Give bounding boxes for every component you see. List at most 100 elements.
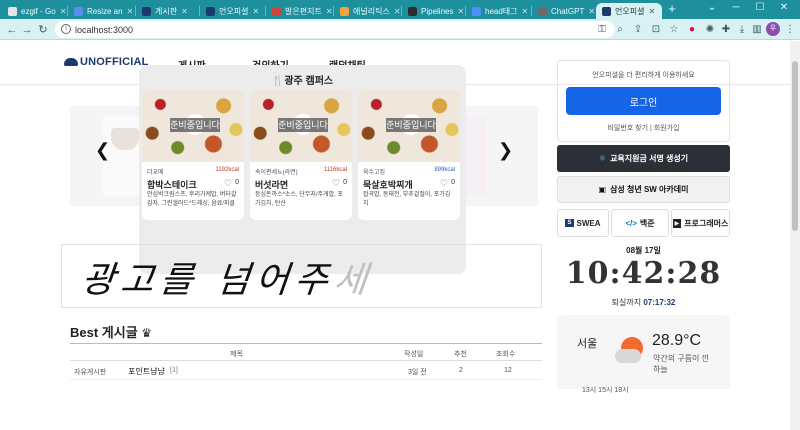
programmers-icon: ▶ (672, 218, 682, 228)
browser-toolbar: ← → ↻ i ⚿ ⌕ ⇪ ⊡ ☆ ● ✺ ✚ ⤓ ▥ 우 ⋮ (0, 19, 800, 40)
meal-kcal: 1116kcal (323, 167, 347, 173)
back-icon[interactable]: ← (5, 23, 19, 37)
zoom-icon[interactable]: ⌕ (614, 24, 626, 36)
minimize-icon[interactable]: ─ (728, 2, 744, 13)
browser-tab[interactable]: Resize an ✕ (68, 3, 134, 19)
key-icon[interactable]: ⚿ (596, 24, 608, 36)
forward-icon[interactable]: → (20, 23, 34, 37)
tab-label: Pipelines (421, 6, 454, 16)
favicon-icon (602, 6, 611, 16)
col-views: 조회수 (496, 351, 516, 358)
scrollbar-thumb[interactable] (792, 61, 798, 231)
ssafy-logo-icon: ▣ (598, 185, 607, 194)
meal-description: 등심돈까스*소스, 단무지/주개밥, 포기김치, 탄산 (255, 192, 343, 207)
weather-widget: 서울 28.9°C 약간의 구름이 낀 하늘 13시 15시 18시 (557, 315, 730, 394)
close-tab-icon[interactable]: ✕ (457, 7, 464, 16)
site-info-icon[interactable]: i (61, 24, 71, 34)
close-tab-icon[interactable]: ✕ (394, 7, 400, 16)
favicon-icon (408, 6, 417, 16)
tab-label: Resize an (87, 6, 123, 16)
baekjoon-button[interactable]: </> 백준 (611, 209, 669, 237)
swea-icon: S (565, 219, 574, 227)
meal-card[interactable]: 준비중입니다 더교메 1192kcal 함박스테이크 ♡ 0 안심박크림스프, … (142, 90, 244, 220)
close-tab-icon[interactable]: ✕ (326, 7, 332, 16)
close-tab-icon[interactable]: ✕ (181, 7, 188, 16)
meal-card[interactable]: 준비중입니다 육수고집 899kcal 묵살호박찌개 ♡ 0 잡곡밥, 동태전,… (358, 90, 460, 220)
browser-tab[interactable]: 언오피셜 ✕ (200, 3, 264, 19)
browser-tab[interactable]: ezgif - Go ✕ (2, 3, 66, 19)
tab-label: 게시판 (155, 6, 178, 16)
close-tab-icon[interactable]: ✕ (252, 7, 259, 16)
address-bar[interactable]: i (55, 21, 615, 38)
close-tab-icon[interactable]: ✕ (60, 7, 66, 16)
tab-search-icon[interactable]: ⌄ (704, 2, 720, 13)
download-icon[interactable]: ⤓ (736, 24, 748, 36)
close-tab-icon[interactable]: ✕ (522, 7, 529, 16)
browser-tab-active[interactable]: 언오피셜 ✕ (596, 3, 662, 19)
share-icon[interactable]: ⇪ (632, 24, 644, 36)
carousel-prev-arrow-icon[interactable]: ❮ (95, 140, 110, 161)
best-posts-title: Best 게시글 ♛ (70, 325, 153, 340)
heart-icon[interactable]: ♡ (332, 178, 340, 189)
carousel-next-arrow-icon[interactable]: ❯ (498, 140, 513, 161)
account-links[interactable]: 비밀번호 찾기 | 회원가입 (558, 123, 729, 133)
close-tab-icon[interactable]: ✕ (588, 7, 594, 16)
sidepanel-icon[interactable]: ▥ (751, 24, 763, 36)
close-window-icon[interactable]: ✕ (776, 2, 792, 13)
browser-tab[interactable]: 발은편지트 ✕ (266, 3, 332, 19)
new-tab-button[interactable]: + (665, 2, 679, 16)
programmers-button[interactable]: ▶ 프로그래머스 (671, 209, 730, 237)
extensions-puzzle-icon[interactable]: ✚ (720, 24, 732, 36)
col-date: 작성일 (404, 351, 424, 358)
like-count: 0 (235, 179, 239, 186)
handwriting-text: 광고를 넘어주 (79, 260, 336, 301)
install-icon[interactable]: ⊡ (650, 24, 662, 36)
weather-temp: 28.9°C (652, 332, 702, 349)
today-date: 08월 17일 (626, 246, 661, 255)
chatgpt-extension-icon[interactable]: ✺ (704, 24, 716, 36)
row-comment-count: [1] (170, 367, 178, 374)
best-table-header: 제목 작성일 추천 조회수 (70, 343, 542, 361)
meal-kcal: 899kcal (434, 167, 455, 173)
browser-tab[interactable]: 게시판 ✕ (136, 3, 198, 19)
atom-icon: ⚛ (598, 154, 607, 163)
menu-kebab-icon[interactable]: ⋮ (784, 24, 796, 36)
bookmark-star-icon[interactable]: ☆ (668, 24, 680, 36)
swea-button[interactable]: S SWEA (557, 209, 609, 237)
row-board: 자유게시판 (74, 369, 107, 376)
digital-clock: 10:42:28 (565, 256, 722, 291)
heart-icon[interactable]: ♡ (440, 178, 448, 189)
logo-text: UNOFFICIAL (80, 56, 149, 68)
like-count: 0 (343, 179, 347, 186)
page-scrollbar[interactable] (790, 41, 800, 430)
row-date: 3일 전 (408, 369, 427, 376)
row-likes: 2 (459, 367, 463, 374)
browser-tab[interactable]: ChatGPT ✕ (532, 3, 594, 19)
meal-kcal: 1192kcal (215, 167, 239, 173)
login-panel: 언오피셜을 더 편리하게 이용하세요 로그인 비밀번호 찾기 | 회원가입 (557, 60, 730, 142)
browser-tab[interactable]: 애널리틱스 ✕ (334, 3, 400, 19)
login-button[interactable]: 로그인 (566, 87, 721, 115)
row-title[interactable]: 포인트냠냠 (128, 366, 165, 377)
url-input[interactable] (75, 23, 275, 36)
meal-category: 육수고집 (363, 170, 386, 176)
table-row[interactable]: 자유게시판 포인트냠냠 [1] 3일 전 2 12 (70, 362, 542, 380)
site-logo[interactable]: UNOFFICIAL (64, 56, 149, 68)
browser-tab[interactable]: head태그 ✕ (466, 3, 530, 19)
meal-card[interactable]: 준비중입니다 속이편세뇨(라면) 1116kcal 버섯라면 ♡ 0 등심돈까스… (250, 90, 352, 220)
maximize-icon[interactable]: ☐ (752, 2, 768, 13)
ssafy-button[interactable]: ▣ 삼성 청년 SW 아카데미 (557, 176, 730, 203)
reload-icon[interactable]: ↻ (36, 23, 50, 37)
heart-icon[interactable]: ♡ (224, 178, 232, 189)
meal-name: 묵살호박찌개 (363, 180, 413, 190)
checkout-countdown: 퇴실까지 07:17:32 (611, 298, 676, 307)
profile-avatar[interactable]: 우 (766, 22, 780, 36)
tab-label: 애널리틱스 (353, 6, 390, 16)
close-tab-icon[interactable]: ✕ (648, 7, 655, 16)
sign-generator-button[interactable]: ⚛ 교육지원금 서명 생성기 (557, 145, 730, 172)
col-likes: 추천 (454, 351, 467, 358)
close-tab-icon[interactable]: ✕ (127, 7, 134, 16)
browser-tab[interactable]: Pipelines ✕ (402, 3, 464, 19)
extension-color-icon[interactable]: ● (686, 24, 698, 36)
tab-label: ChatGPT (551, 6, 585, 16)
